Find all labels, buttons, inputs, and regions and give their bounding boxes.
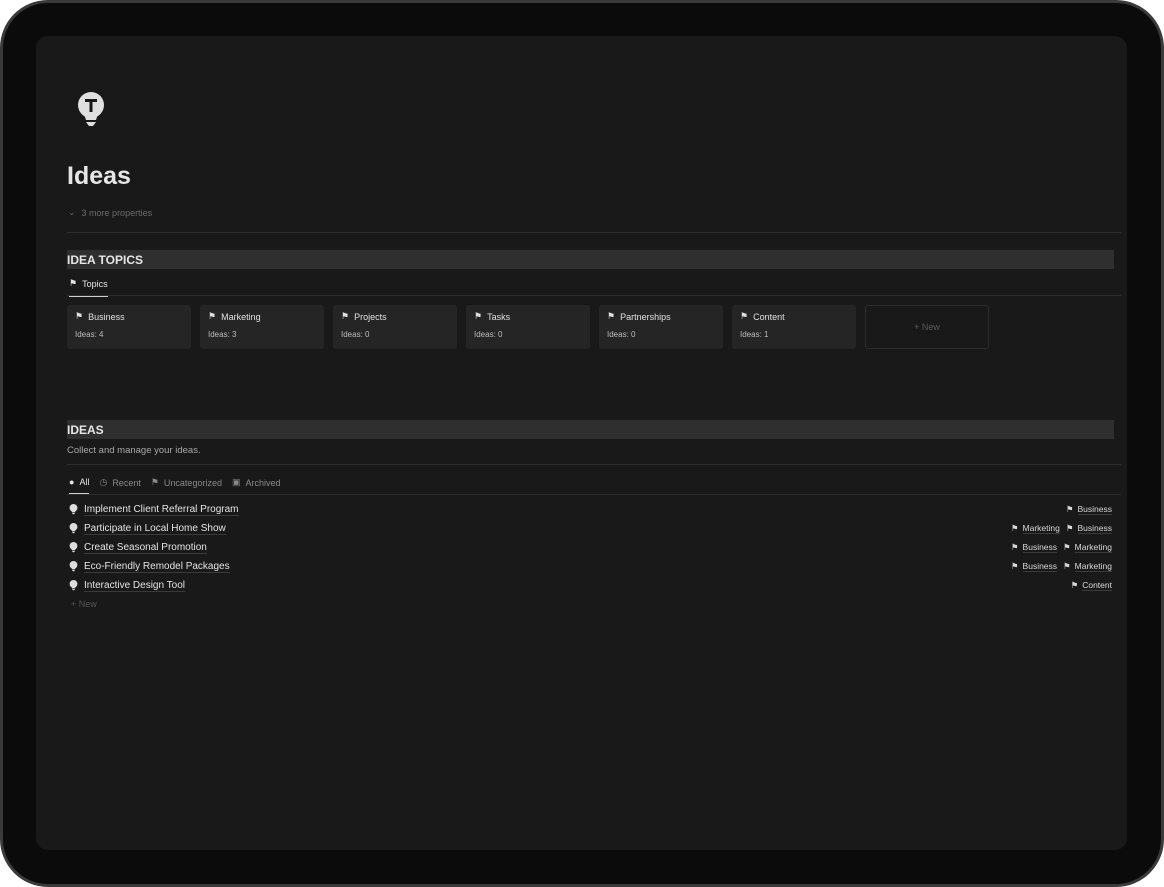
divider xyxy=(67,295,1121,296)
tab-archived[interactable]: ▣ Archived xyxy=(232,477,281,488)
divider xyxy=(67,464,1121,465)
lightbulb-icon xyxy=(69,579,78,592)
topic-card[interactable]: ⚑ Content Ideas: 1 xyxy=(732,305,856,349)
tag-icon: ⚑ xyxy=(1065,504,1074,514)
page: Ideas ⌄ 3 more properties IDEA TOPICS ⚑ To… xyxy=(36,36,1127,850)
new-idea-button[interactable]: + New xyxy=(71,599,97,609)
lightbulb-icon xyxy=(69,541,78,554)
tag-chip[interactable]: ⚑ Business xyxy=(1066,523,1112,534)
page-title: Ideas xyxy=(67,162,131,190)
tag-chip[interactable]: ⚑ Marketing xyxy=(1063,542,1112,553)
divider xyxy=(67,232,1121,233)
idea-row[interactable]: Create Seasonal Promotion ⚑ Business ⚑ Marke… xyxy=(69,538,1112,557)
topic-card[interactable]: ⚑ Business Ideas: 4 xyxy=(67,305,191,349)
tag-chip[interactable]: ⚑ Marketing xyxy=(1063,561,1112,572)
chevron-down-icon: ⌄ xyxy=(68,207,76,217)
tab-uncategorized[interactable]: ⚑ Uncategorized xyxy=(151,477,222,488)
tag-chip[interactable]: ⚑ Business xyxy=(1066,504,1112,515)
section-description: Collect and manage your ideas. xyxy=(67,445,201,456)
idea-row[interactable]: Interactive Design Tool ⚑ Content xyxy=(69,576,1112,595)
more-properties-toggle[interactable]: ⌄ 3 more properties xyxy=(68,207,152,218)
tag-icon: ⚑ xyxy=(1063,542,1071,552)
idea-tags: ⚑ Business xyxy=(1066,504,1112,515)
lightbulb-page-icon xyxy=(77,92,105,132)
tag-icon: ⚑ xyxy=(341,311,350,321)
idea-tags: ⚑ Content xyxy=(1071,580,1112,591)
archive-icon: ▣ xyxy=(231,477,241,487)
idea-title[interactable]: Interactive Design Tool xyxy=(84,580,185,592)
tag-icon: ⚑ xyxy=(69,278,78,288)
idea-title[interactable]: Participate in Local Home Show xyxy=(84,523,226,535)
idea-row[interactable]: Implement Client Referral Program ⚑ Busine… xyxy=(69,500,1112,519)
tag-chip[interactable]: ⚑ Content xyxy=(1071,580,1112,591)
lightbulb-icon xyxy=(69,503,78,516)
tag-icon: ⚑ xyxy=(75,311,84,321)
idea-tags: ⚑ Business ⚑ Marketing xyxy=(1011,542,1112,553)
tag-chip[interactable]: ⚑ Business xyxy=(1010,542,1058,553)
tag-chip[interactable]: ⚑ Business xyxy=(1010,561,1058,572)
clock-icon: ◷ xyxy=(99,477,108,487)
tag-icon: ⚑ xyxy=(150,477,159,487)
idea-row[interactable]: Eco-Friendly Remodel Packages ⚑ Business ⚑ M… xyxy=(69,557,1112,576)
topic-card[interactable]: ⚑ Projects Ideas: 0 xyxy=(333,305,457,349)
tag-chip[interactable]: ⚑ Marketing xyxy=(1011,523,1060,534)
idea-tags: ⚑ Marketing ⚑ Business xyxy=(1011,523,1112,534)
topic-cards: ⚑ Business Ideas: 4 ⚑ Marketing Ideas: 3 ⚑ Pr… xyxy=(67,305,989,349)
idea-row[interactable]: Participate in Local Home Show ⚑ Marketing… xyxy=(69,519,1112,538)
tag-icon: ⚑ xyxy=(1010,542,1019,552)
tag-icon: ⚑ xyxy=(208,311,217,321)
tag-icon: ⚑ xyxy=(1010,561,1019,571)
idea-tags: ⚑ Business ⚑ Marketing xyxy=(1011,561,1112,572)
tag-icon: ⚑ xyxy=(1070,580,1079,590)
topic-card[interactable]: ⚑ Partnerships Ideas: 0 xyxy=(599,305,723,349)
tag-icon: ⚑ xyxy=(1010,523,1019,533)
divider xyxy=(67,494,1121,495)
section-heading-ideas: IDEAS xyxy=(67,420,1114,439)
tab-recent[interactable]: ◷ Recent xyxy=(99,477,140,488)
lightbulb-icon xyxy=(69,560,78,573)
tag-icon: ⚑ xyxy=(607,311,616,321)
new-topic-button[interactable]: + New xyxy=(865,305,989,349)
tag-icon: ⚑ xyxy=(474,311,483,321)
lightbulb-icon: ● xyxy=(69,477,75,487)
idea-title[interactable]: Implement Client Referral Program xyxy=(84,504,239,516)
section-heading-topics: IDEA TOPICS xyxy=(67,250,1114,269)
topic-card[interactable]: ⚑ Tasks Ideas: 0 xyxy=(466,305,590,349)
topic-card[interactable]: ⚑ Marketing Ideas: 3 xyxy=(200,305,324,349)
tab-all[interactable]: ● All xyxy=(69,477,90,495)
tag-icon: ⚑ xyxy=(1063,561,1071,571)
idea-title[interactable]: Create Seasonal Promotion xyxy=(84,542,207,554)
idea-title[interactable]: Eco-Friendly Remodel Packages xyxy=(84,561,230,573)
tag-icon: ⚑ xyxy=(740,311,749,321)
lightbulb-icon xyxy=(69,522,78,535)
tag-icon: ⚑ xyxy=(1065,523,1074,533)
